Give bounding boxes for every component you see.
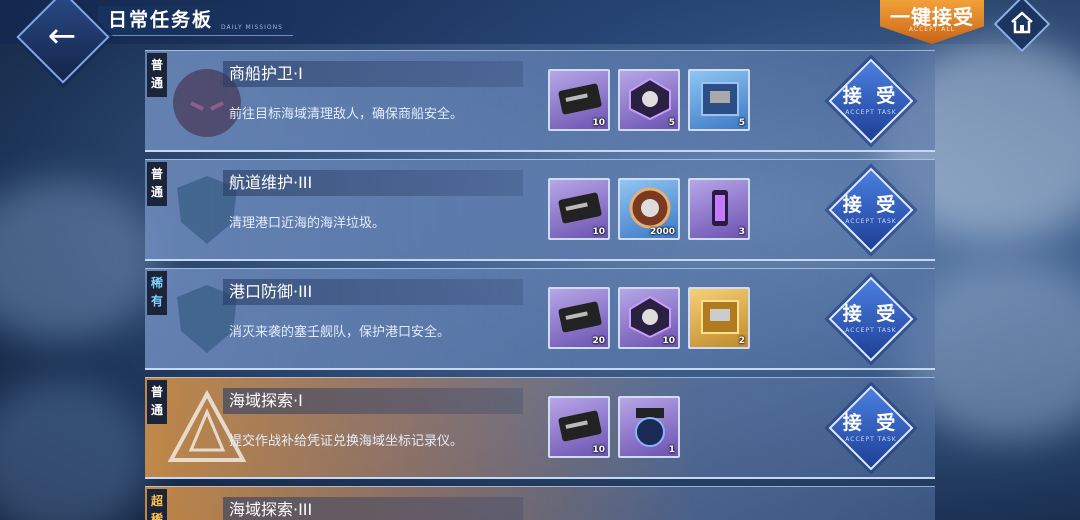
- task-description: 消灭来袭的塞壬舰队，保护港口安全。: [229, 325, 451, 340]
- page-title-box: 日常任务板 DAILY MISSIONS: [98, 6, 293, 36]
- reward-count: 20: [592, 336, 605, 346]
- rarity-tag: 稀有: [147, 271, 167, 315]
- supply-box-icon: [701, 82, 739, 116]
- reward-list: 10 1: [548, 396, 680, 458]
- coordinate-recorder-icon: [635, 408, 665, 447]
- rarity-tag: 普通: [147, 380, 167, 424]
- task-description: 清理港口近海的海洋垃圾。: [229, 216, 386, 231]
- reward-coin[interactable]: 2000: [618, 178, 680, 240]
- reward-count: 1: [668, 445, 675, 455]
- accept-label: 接 受: [842, 194, 900, 216]
- meta-card-icon: [558, 192, 602, 224]
- accept-task-button[interactable]: 接 受 ACCEPT TASK: [828, 58, 914, 144]
- task-row: 普通 航道维护·III 清理港口近海的海洋垃圾。 10 2000 3 接 受 A…: [145, 159, 935, 261]
- accept-task-button[interactable]: 接 受 ACCEPT TASK: [828, 385, 914, 471]
- meta-card-icon: [558, 410, 602, 442]
- reward-meta-card[interactable]: 10: [548, 396, 610, 458]
- cube-core-icon: [629, 295, 671, 339]
- cube-core-icon: [629, 77, 671, 121]
- accept-sub: ACCEPT TASK: [845, 436, 897, 443]
- task-description: 提交作战补给凭证兑换海域坐标记录仪。: [229, 434, 464, 449]
- accept-label: 接 受: [842, 412, 900, 434]
- reward-list: 10 5 5: [548, 69, 750, 131]
- bg-cloud: [0, 380, 150, 520]
- task-row: 普通 海域探索·I 提交作战补给凭证兑换海域坐标记录仪。 10 1 接 受 AC…: [145, 377, 935, 479]
- reward-list: 10 2000 3: [548, 178, 750, 240]
- accept-sub: ACCEPT TASK: [845, 218, 897, 225]
- page-title: 日常任务板: [108, 9, 214, 31]
- reward-count: 5: [668, 118, 675, 128]
- task-row: 超稀 海域探索·III: [145, 486, 935, 520]
- reward-count: 10: [662, 336, 675, 346]
- reward-meta-card[interactable]: 10: [548, 178, 610, 240]
- task-list: 普通 商船护卫·I 前往目标海域清理敌人，确保商船安全。 10 5 5 接 受: [145, 50, 935, 520]
- task-title: 商船护卫·I: [223, 61, 523, 87]
- meta-card-icon: [558, 301, 602, 333]
- accept-sub: ACCEPT TASK: [845, 327, 897, 334]
- task-row: 普通 商船护卫·I 前往目标海域清理敌人，确保商船安全。 10 5 5 接 受: [145, 50, 935, 152]
- rarity-tag: 普通: [147, 53, 167, 97]
- reward-count: 3: [738, 227, 745, 237]
- reward-supply-box[interactable]: 2: [688, 287, 750, 349]
- arrow-left-icon[interactable]: ←: [38, 16, 86, 56]
- home-icon[interactable]: [1008, 8, 1036, 38]
- reward-meta-card[interactable]: 20: [548, 287, 610, 349]
- reward-count: 10: [592, 445, 605, 455]
- reward-cube-core[interactable]: 10: [618, 287, 680, 349]
- task-title: 航道维护·III: [223, 170, 523, 196]
- task-title: 海域探索·III: [223, 497, 523, 520]
- rarity-tag: 普通: [147, 162, 167, 206]
- page-subtitle: DAILY MISSIONS: [221, 24, 283, 31]
- accept-task-button[interactable]: 接 受 ACCEPT TASK: [828, 167, 914, 253]
- reward-count: 10: [592, 118, 605, 128]
- bg-cloud: [0, 180, 160, 340]
- reward-cube-core[interactable]: 5: [618, 69, 680, 131]
- reward-count: 2000: [649, 227, 675, 237]
- coin-icon: [629, 187, 671, 229]
- task-title: 海域探索·I: [223, 388, 523, 414]
- task-title: 港口防御·III: [223, 279, 523, 305]
- rarity-tag: 超稀: [147, 489, 167, 520]
- reward-supply-box[interactable]: 5: [688, 69, 750, 131]
- task-row: 稀有 港口防御·III 消灭来袭的塞壬舰队，保护港口安全。 20 10 2 接 …: [145, 268, 935, 370]
- accept-label: 接 受: [842, 85, 900, 107]
- accept-label: 接 受: [842, 303, 900, 325]
- task-description: 前往目标海域清理敌人，确保商船安全。: [229, 107, 464, 122]
- reward-count: 5: [738, 118, 745, 128]
- accept-sub: ACCEPT TASK: [845, 109, 897, 116]
- reward-list: 20 10 2: [548, 287, 750, 349]
- reward-energy-canister[interactable]: 3: [688, 178, 750, 240]
- supply-box-icon: [701, 300, 739, 334]
- accept-task-button[interactable]: 接 受 ACCEPT TASK: [828, 276, 914, 362]
- reward-meta-card[interactable]: 10: [548, 69, 610, 131]
- meta-card-icon: [558, 83, 602, 115]
- reward-count: 10: [592, 227, 605, 237]
- reward-count: 2: [738, 336, 745, 346]
- energy-canister-icon: [712, 190, 728, 226]
- reward-coordinate-recorder[interactable]: 1: [618, 396, 680, 458]
